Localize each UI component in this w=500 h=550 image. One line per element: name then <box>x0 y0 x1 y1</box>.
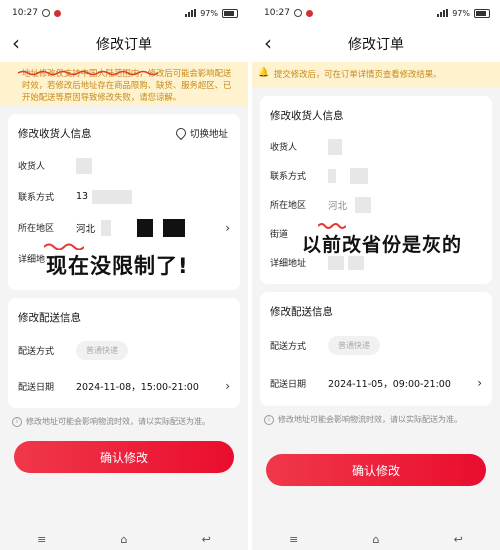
confirm-button[interactable]: 确认修改 <box>266 454 486 486</box>
red-squiggle-annotation-2 <box>44 243 84 250</box>
delivery-method-pill[interactable]: 普通快递 <box>328 335 380 355</box>
contact-label: 联系方式 <box>270 172 307 182</box>
left-screenshot: 10:27 97% ‹ 修改订单 地址修改仅支持中国大陆范围内，修改后可能会影响… <box>0 0 248 550</box>
overlay-caption: 以前改省份是灰的 <box>302 234 463 256</box>
alarm-icon <box>41 9 50 17</box>
contact-row[interactable]: 联系方式 <box>260 161 492 190</box>
signal-icon <box>185 9 197 17</box>
status-time: 10:27 <box>12 8 38 18</box>
back-icon[interactable]: ‹ <box>12 32 20 54</box>
delivery-method-label: 配送方式 <box>270 341 307 352</box>
delivery-date-label: 配送日期 <box>18 382 55 393</box>
bell-icon: 🔔 <box>258 68 270 78</box>
notice-banner: 地址修改仅支持中国大陆范围内，修改后可能会影响配送时效，若修改后地址存在商品限购… <box>0 62 248 106</box>
delivery-method-row[interactable]: 配送方式 普通快递 <box>260 326 492 364</box>
system-nav-bar: ≡ ⌂ ↩ <box>252 528 500 550</box>
detail-address-label: 详细地址 <box>270 259 307 269</box>
delivery-date-row[interactable]: 配送日期 2024-11-08，15:00-21:00 › <box>8 368 240 404</box>
switch-address-label: 切换地址 <box>189 129 228 140</box>
receiver-redacted <box>76 157 92 174</box>
delivery-date-row[interactable]: 配送日期 2024-11-05，09:00-21:00 › <box>260 364 492 402</box>
alarm-icon <box>293 9 302 17</box>
contact-row[interactable]: 联系方式 13 <box>8 181 240 212</box>
region-value: 河北 <box>76 223 96 235</box>
receiver-row[interactable]: 收货人 <box>260 132 492 161</box>
battery-level: 97% <box>200 8 218 18</box>
red-squiggle-annotation <box>318 223 346 229</box>
nav-bar: ‹ 修改订单 <box>252 26 500 62</box>
switch-address-button[interactable]: 切换地址 <box>173 125 228 141</box>
delivery-card-header: 修改配送信息 <box>18 312 81 324</box>
region-value: 河北 <box>328 200 348 212</box>
delivery-date-value: 2024-11-08，15:00-21:00 <box>76 382 199 393</box>
hint-text: 修改地址可能会影响物流时效，请以实际配送为准。 <box>278 415 462 424</box>
region-row[interactable]: 所在地区 河北 <box>260 190 492 219</box>
contact-redacted-2 <box>350 167 368 184</box>
contact-label: 联系方式 <box>18 193 55 203</box>
nav-bar: ‹ 修改订单 <box>0 26 248 62</box>
hint-text: 修改地址可能会影响物流时效，请以实际配送为准。 <box>26 417 210 426</box>
home-icon[interactable]: ⌂ <box>121 533 128 546</box>
region-redacted-2 <box>137 218 154 237</box>
delivery-card: 修改配送信息 配送方式 普通快递 配送日期 2024-11-08，15:00-21:… <box>8 298 240 408</box>
back-icon[interactable]: ‹ <box>264 32 272 54</box>
region-redacted-1 <box>101 219 112 236</box>
back-nav-icon[interactable]: ↩ <box>454 533 463 546</box>
hint-text-row: i 修改地址可能会影响物流时效，请以实际配送为准。 <box>0 408 248 435</box>
chevron-right-icon: › <box>225 220 230 235</box>
status-bar: 10:27 97% <box>0 0 248 26</box>
menu-icon[interactable]: ≡ <box>37 533 46 546</box>
location-pin-icon <box>173 125 189 141</box>
back-nav-icon[interactable]: ↩ <box>202 533 211 546</box>
chevron-right-icon: › <box>477 376 482 390</box>
receiver-row[interactable]: 收货人 <box>8 150 240 181</box>
battery-icon <box>222 8 238 18</box>
notice-banner: 🔔 提交修改后，可在订单详情页查看修改结果。 <box>252 62 500 88</box>
receiver-redacted <box>328 138 342 155</box>
contact-redacted <box>92 189 133 204</box>
status-bar: 10:27 97% <box>252 0 500 26</box>
region-label: 所在地区 <box>18 224 55 234</box>
delivery-method-row[interactable]: 配送方式 普通快递 <box>8 332 240 368</box>
menu-icon[interactable]: ≡ <box>289 533 298 546</box>
region-redacted <box>355 196 372 213</box>
delivery-date-label: 配送日期 <box>270 379 307 390</box>
battery-level: 97% <box>452 8 470 18</box>
region-row[interactable]: 所在地区 河北 › <box>8 212 240 243</box>
delivery-card: 修改配送信息 配送方式 普通快递 配送日期 2024-11-05，09:00-21:… <box>260 292 492 406</box>
delivery-card-header: 修改配送信息 <box>270 306 333 318</box>
delivery-date-value: 2024-11-05，09:00-21:00 <box>328 379 451 390</box>
address-card-header: 修改收货人信息 <box>270 110 344 122</box>
right-screenshot: 10:27 97% ‹ 修改订单 🔔 提交修改后，可在订单详情页查看修改结果。 … <box>252 0 500 550</box>
page-title: 修改订单 <box>348 37 404 53</box>
signal-icon <box>437 9 449 17</box>
chevron-right-icon: › <box>225 379 230 393</box>
notification-icon <box>53 9 61 17</box>
red-squiggle-annotation <box>18 70 158 76</box>
info-icon: i <box>264 414 274 425</box>
region-label: 所在地区 <box>270 201 307 211</box>
overlay-caption: 现在没限制了! <box>46 254 189 278</box>
detail-redacted-2 <box>348 255 364 270</box>
confirm-button[interactable]: 确认修改 <box>14 441 234 473</box>
hint-text-row: i 修改地址可能会影响物流时效，请以实际配送为准。 <box>252 406 500 433</box>
info-icon: i <box>12 416 22 427</box>
delivery-method-label: 配送方式 <box>18 346 55 357</box>
page-title: 修改订单 <box>96 37 152 53</box>
notice-text: 提交修改后，可在订单详情页查看修改结果。 <box>274 69 442 79</box>
region-redacted-3 <box>163 218 186 237</box>
home-icon[interactable]: ⌂ <box>373 533 380 546</box>
receiver-label: 收货人 <box>270 143 298 153</box>
notification-icon <box>305 9 313 17</box>
status-time: 10:27 <box>264 8 290 18</box>
contact-value: 13 <box>76 191 89 202</box>
receiver-label: 收货人 <box>18 162 46 172</box>
battery-icon <box>474 8 490 18</box>
delivery-method-pill[interactable]: 普通快递 <box>76 340 128 360</box>
system-nav-bar: ≡ ⌂ ↩ <box>0 528 248 550</box>
detail-redacted-1 <box>328 255 344 270</box>
contact-redacted-1 <box>328 168 336 183</box>
